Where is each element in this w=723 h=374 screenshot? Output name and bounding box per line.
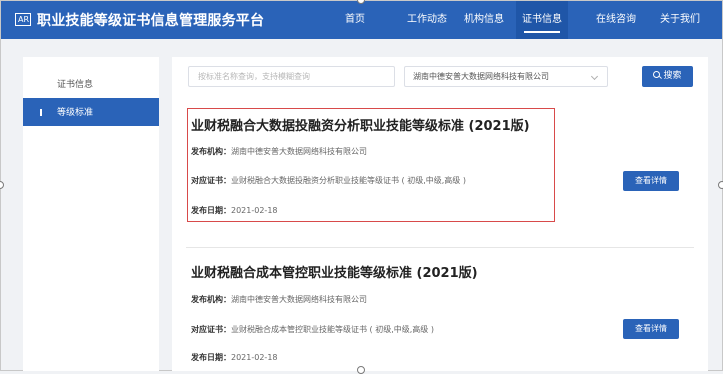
resize-handle[interactable] bbox=[718, 181, 723, 189]
view-detail-button[interactable]: 查看详情 bbox=[623, 171, 679, 191]
org-select-value: 湖南中德安普大数据网络科技有限公司 bbox=[413, 72, 549, 81]
sidebar: 证书信息 等级标准 bbox=[23, 57, 159, 371]
nav-home[interactable]: 首页 bbox=[337, 1, 373, 39]
standard-org: 发布机构：湖南中德安普大数据网络科技有限公司 bbox=[191, 295, 367, 304]
nav-online-consult[interactable]: 在线咨询 bbox=[591, 1, 641, 39]
site-title: 职业技能等级证书信息管理服务平台 bbox=[37, 13, 265, 29]
sidebar-item-grade-standard[interactable]: 等级标准 bbox=[23, 98, 159, 126]
org-select[interactable]: 湖南中德安普大数据网络科技有限公司 bbox=[404, 66, 608, 87]
search-button[interactable]: 搜索 bbox=[642, 66, 693, 87]
divider bbox=[186, 247, 694, 248]
chevron-down-icon bbox=[590, 72, 599, 81]
resize-handle[interactable] bbox=[357, 366, 365, 374]
sidebar-item-label: 等级标准 bbox=[57, 108, 94, 118]
standard-cert: 对应证书：业财税融合大数据投融资分析职业技能等级证书 ( 初级,中级,高级 ) bbox=[191, 176, 466, 185]
standard-cert: 对应证书：业财税融合成本管控职业技能等级证书 ( 初级,中级,高级 ) bbox=[191, 325, 434, 334]
standard-org: 发布机构：湖南中德安普大数据网络科技有限公司 bbox=[191, 147, 367, 156]
main-content: 按标准名称查询，支持模糊查询 湖南中德安普大数据网络科技有限公司 搜索 业财税融… bbox=[172, 57, 708, 371]
nav-about-us[interactable]: 关于我们 bbox=[651, 1, 709, 39]
top-header: AR 职业技能等级证书信息管理服务平台 首页 工作动态 机构信息 证书信息 在线… bbox=[1, 1, 722, 39]
view-detail-button[interactable]: 查看详情 bbox=[623, 319, 679, 339]
standard-date: 发布日期：2021-02-18 bbox=[191, 206, 278, 215]
standard-title[interactable]: 业财税融合成本管控职业技能等级标准 (2021版) bbox=[191, 262, 478, 281]
nav-org-info[interactable]: 机构信息 bbox=[459, 1, 509, 39]
sidebar-title: 证书信息 bbox=[57, 80, 94, 90]
logo-icon: AR bbox=[15, 13, 31, 26]
search-input[interactable]: 按标准名称查询，支持模糊查询 bbox=[188, 66, 395, 87]
nav-work-news[interactable]: 工作动态 bbox=[402, 1, 452, 39]
active-marker bbox=[40, 109, 42, 116]
standard-title[interactable]: 业财税融合大数据投融资分析职业技能等级标准 (2021版) bbox=[191, 115, 530, 134]
standard-date: 发布日期：2021-02-18 bbox=[191, 353, 278, 362]
nav-cert-info[interactable]: 证书信息 bbox=[516, 1, 568, 39]
search-icon bbox=[653, 71, 661, 78]
